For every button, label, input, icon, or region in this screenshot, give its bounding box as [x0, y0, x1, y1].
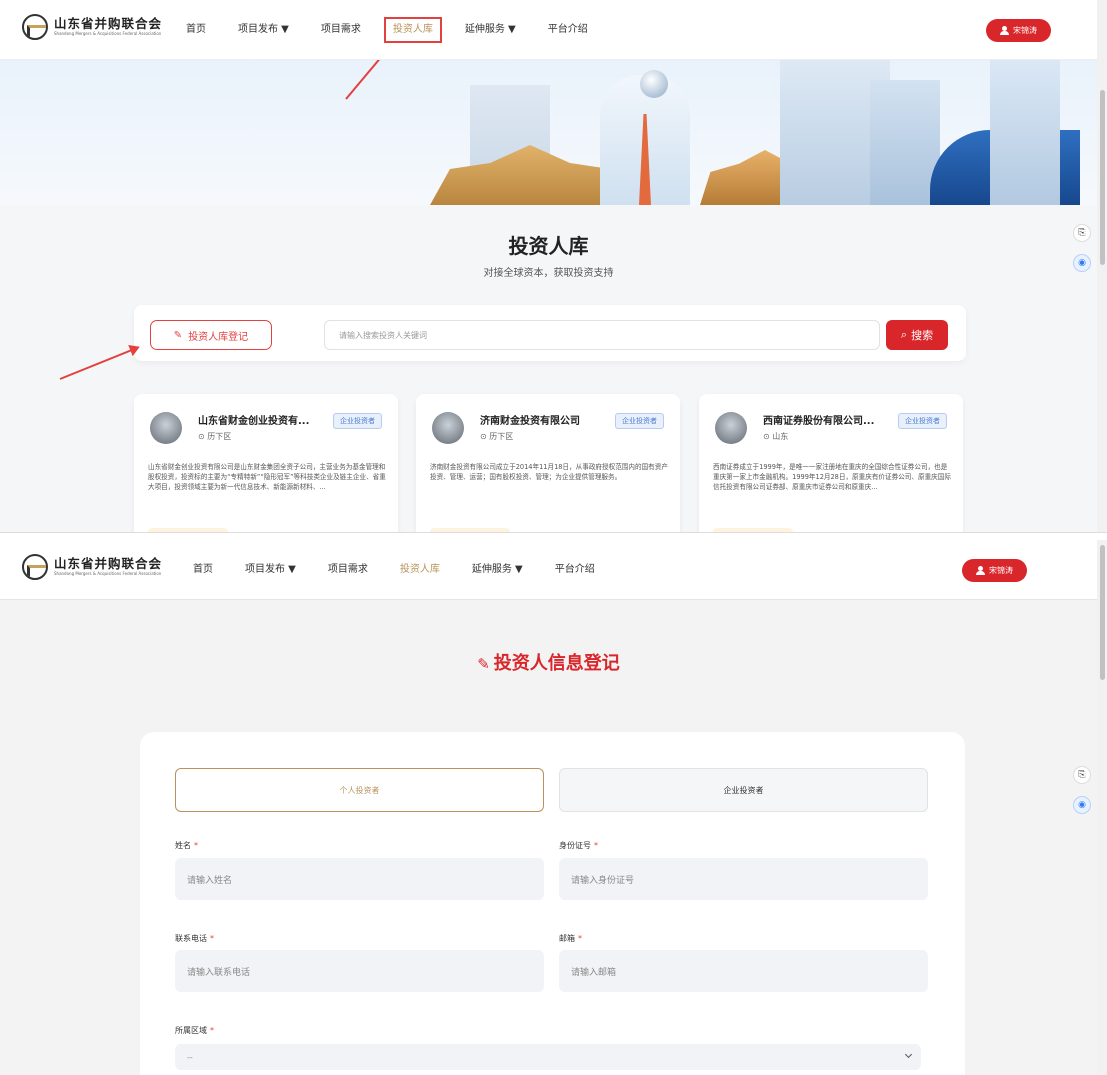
- name-input[interactable]: 请输入姓名: [175, 858, 544, 900]
- id-card-input[interactable]: 请输入身份证号: [559, 858, 928, 900]
- phone-input[interactable]: 请输入联系电话: [175, 950, 544, 992]
- scrollbar-thumb[interactable]: [1100, 545, 1105, 680]
- brand-name: 山东省并购联合会: [54, 16, 163, 31]
- edit-icon: ✎: [173, 329, 183, 341]
- investor-type-badge: 企业投资者: [333, 413, 382, 429]
- investor-chip: [430, 528, 510, 532]
- investor-avatar: [150, 412, 182, 444]
- nav-platform-intro[interactable]: 平台介绍: [555, 559, 595, 581]
- investor-chip: [713, 528, 793, 532]
- name-label: 姓名 *: [175, 841, 198, 850]
- page-title: 投资人库: [508, 234, 589, 258]
- investor-description: 济南财金投资有限公司成立于2014年11月18日，从事政府授权范围内的国有资产投…: [430, 463, 668, 481]
- region-select[interactable]: --: [175, 1044, 921, 1070]
- investor-location: ⊙ 山东: [763, 432, 789, 441]
- email-input[interactable]: 请输入邮箱: [559, 950, 928, 992]
- investor-chip: [148, 528, 228, 532]
- assistant-icon[interactable]: ◉: [1073, 796, 1091, 814]
- nav-home[interactable]: 首页: [193, 559, 213, 581]
- top-nav: 山东省并购联合会 Shandong Mergers & Acquisitions…: [0, 540, 1097, 600]
- nav-project-demand[interactable]: 项目需求: [321, 19, 361, 41]
- investor-location: ⊙ 历下区: [480, 432, 514, 441]
- investor-description: 西南证券成立于1999年，是唯一一家注册地在重庆的全国综合性证券公司，也是重庆第…: [713, 463, 951, 491]
- brand-logo[interactable]: 山东省并购联合会 Shandong Mergers & Acquisitions…: [22, 14, 162, 40]
- investor-location: ⊙ 历下区: [198, 432, 232, 441]
- investor-avatar: [715, 412, 747, 444]
- investor-name: 济南财金投资有限公司: [480, 416, 580, 427]
- form-title: ✎ 投资人信息登记: [477, 653, 620, 674]
- investor-name: 西南证券股份有限公司...: [763, 416, 875, 427]
- page-subtitle: 对接全球资本，获取投资支持: [483, 268, 614, 279]
- top-nav: 山东省并购联合会 Shandong Mergers & Acquisitions…: [0, 0, 1097, 60]
- translate-icon[interactable]: ⎘: [1073, 224, 1091, 242]
- id-card-label: 身份证号 *: [559, 841, 598, 850]
- register-button-label: 投资人库登记: [188, 331, 249, 343]
- investor-card[interactable]: 山东省财金创业投资有... 企业投资者 ⊙ 历下区 山东省财金创业投资有限公司是…: [134, 394, 398, 532]
- brand-name-en: Shandong Mergers & Acquisitions Federal …: [54, 31, 162, 36]
- nav-home[interactable]: 首页: [186, 19, 206, 41]
- location-pin-icon: ⊙: [198, 432, 208, 441]
- brand-logo[interactable]: 山东省并购联合会 Shandong Mergers & Acquisitions…: [22, 554, 162, 580]
- investor-card[interactable]: 西南证券股份有限公司... 企业投资者 ⊙ 山东 西南证券成立于1999年，是唯…: [699, 394, 963, 532]
- nav-extended-services[interactable]: 延伸服务 ▼: [472, 559, 523, 581]
- region-label: 所属区域 *: [175, 1026, 214, 1035]
- edit-icon: ✎: [477, 655, 490, 673]
- brand-name: 山东省并购联合会: [54, 556, 163, 571]
- phone-label: 联系电话 *: [175, 934, 214, 943]
- nav-project-publish[interactable]: 项目发布 ▼: [245, 559, 296, 581]
- annotation-arrow-icon: [59, 346, 139, 380]
- tab-company-investor[interactable]: 企业投资者: [559, 768, 928, 812]
- search-input[interactable]: 请输入搜索投资人关键词: [324, 320, 880, 350]
- brand-name-en: Shandong Mergers & Acquisitions Federal …: [54, 571, 162, 576]
- investor-register-button[interactable]: ✎ 投资人库登记: [150, 320, 272, 350]
- user-name: 宋锦涛: [989, 566, 1013, 575]
- search-bar-card: ✎ 投资人库登记 请输入搜索投资人关键词 ⌕ 搜索: [134, 305, 966, 361]
- nav-investor-library[interactable]: 投资人库: [383, 17, 442, 43]
- main-menu: 首页 项目发布 ▼ 项目需求 投资人库 延伸服务 ▼ 平台介绍: [186, 0, 620, 60]
- search-button-label: 搜索: [911, 329, 934, 342]
- logo-mark-icon: [22, 14, 48, 40]
- translate-icon[interactable]: ⎘: [1073, 766, 1091, 784]
- investor-name: 山东省财金创业投资有...: [198, 416, 310, 427]
- assistant-icon[interactable]: ◉: [1073, 254, 1091, 272]
- user-button[interactable]: 宋锦涛: [986, 19, 1051, 42]
- investor-type-badge: 企业投资者: [615, 413, 664, 429]
- user-name: 宋锦涛: [1013, 26, 1037, 35]
- search-icon: ⌕: [900, 328, 908, 341]
- chevron-down-icon: [904, 1050, 913, 1059]
- investor-description: 山东省财金创业投资有限公司是山东财金集团全资子公司，主营业务为基金管理和股权投资…: [148, 463, 386, 491]
- hero-banner-image: [0, 60, 1097, 205]
- location-pin-icon: ⊙: [480, 432, 490, 441]
- nav-extended-services[interactable]: 延伸服务 ▼: [465, 19, 516, 41]
- side-tools: ⎘ ◉: [1073, 224, 1091, 284]
- nav-project-publish[interactable]: 项目发布 ▼: [238, 19, 289, 41]
- user-icon: [1000, 26, 1009, 35]
- main-menu: 首页 项目发布 ▼ 项目需求 投资人库 延伸服务 ▼ 平台介绍: [193, 540, 627, 600]
- investor-type-badge: 企业投资者: [898, 413, 947, 429]
- email-label: 邮箱 *: [559, 934, 582, 943]
- location-pin-icon: ⊙: [763, 432, 773, 441]
- investor-registration-screenshot: 山东省并购联合会 Shandong Mergers & Acquisitions…: [0, 540, 1107, 1075]
- nav-platform-intro[interactable]: 平台介绍: [548, 19, 588, 41]
- investor-library-screenshot: 山东省并购联合会 Shandong Mergers & Acquisitions…: [0, 0, 1107, 533]
- registration-form: 个人投资者 企业投资者 姓名 * 请输入姓名 身份证号 * 请输入身份证号 联系电话…: [140, 732, 965, 1075]
- search-button[interactable]: ⌕ 搜索: [886, 320, 948, 350]
- tab-personal-investor[interactable]: 个人投资者: [175, 768, 544, 812]
- nav-investor-library[interactable]: 投资人库: [400, 559, 440, 581]
- side-tools: ⎘ ◉: [1073, 766, 1091, 826]
- page-scrollbar[interactable]: [1097, 540, 1107, 1075]
- investor-card[interactable]: 济南财金投资有限公司 企业投资者 ⊙ 历下区 济南财金投资有限公司成立于2014…: [416, 394, 680, 532]
- user-icon: [976, 566, 985, 575]
- logo-mark-icon: [22, 554, 48, 580]
- nav-project-demand[interactable]: 项目需求: [328, 559, 368, 581]
- investor-avatar: [432, 412, 464, 444]
- user-button[interactable]: 宋锦涛: [962, 559, 1027, 582]
- scrollbar-thumb[interactable]: [1100, 90, 1105, 265]
- page-scrollbar[interactable]: [1097, 0, 1107, 532]
